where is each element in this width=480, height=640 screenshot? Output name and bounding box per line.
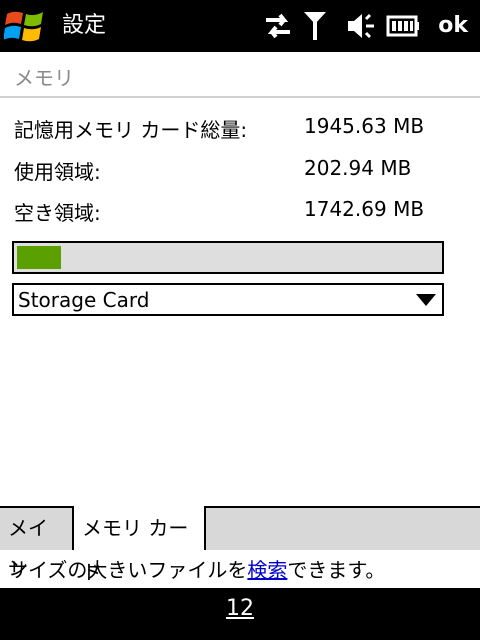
total-memory-value: 1945.63 MB — [304, 114, 425, 138]
softkey-bar: 12 — [0, 588, 480, 640]
storage-select-value: Storage Card — [18, 288, 150, 312]
signal-antenna-icon[interactable] — [302, 10, 328, 42]
total-memory-row: 記憶用メモリ カード総量: 1945.63 MB — [14, 114, 454, 146]
total-memory-label: 記憶用メモリ カード総量: — [14, 118, 248, 142]
used-memory-row: 使用領域: 202.94 MB — [14, 156, 454, 188]
free-memory-row: 空き領域: 1742.69 MB — [14, 197, 454, 229]
free-memory-value: 1742.69 MB — [304, 197, 425, 221]
tab-memory-card[interactable]: メモリ カード — [74, 506, 206, 584]
app-title: 設定 — [62, 13, 107, 38]
hint-suffix: できます。 — [287, 558, 386, 582]
search-hint: サイズの大きいファイルを検索できます。 — [0, 550, 480, 588]
used-memory-label: 使用領域: — [14, 160, 101, 184]
memory-usage-bar — [12, 241, 444, 274]
used-memory-value: 202.94 MB — [304, 156, 412, 180]
sync-arrows-icon[interactable] — [262, 10, 294, 42]
battery-icon[interactable] — [386, 10, 420, 42]
tab-main[interactable]: メイン — [0, 508, 74, 580]
title-bar: 設定 ok — [0, 0, 480, 52]
section-header: メモリ — [0, 52, 480, 98]
section-title: メモリ — [14, 66, 74, 90]
tab-strip: メイン メモリ カード — [0, 506, 480, 584]
free-memory-label: 空き領域: — [14, 201, 101, 225]
ok-button[interactable]: ok — [438, 10, 468, 42]
chevron-down-icon[interactable] — [416, 294, 436, 306]
search-link[interactable]: 検索 — [247, 558, 287, 582]
hint-prefix: サイズの大きいファイルを — [8, 558, 248, 582]
softkey-center[interactable]: 12 — [0, 596, 480, 621]
storage-select[interactable]: Storage Card — [12, 283, 444, 316]
memory-usage-fill — [17, 246, 61, 269]
volume-muted-icon[interactable] — [346, 10, 378, 42]
windows-start-icon[interactable] — [4, 6, 46, 46]
